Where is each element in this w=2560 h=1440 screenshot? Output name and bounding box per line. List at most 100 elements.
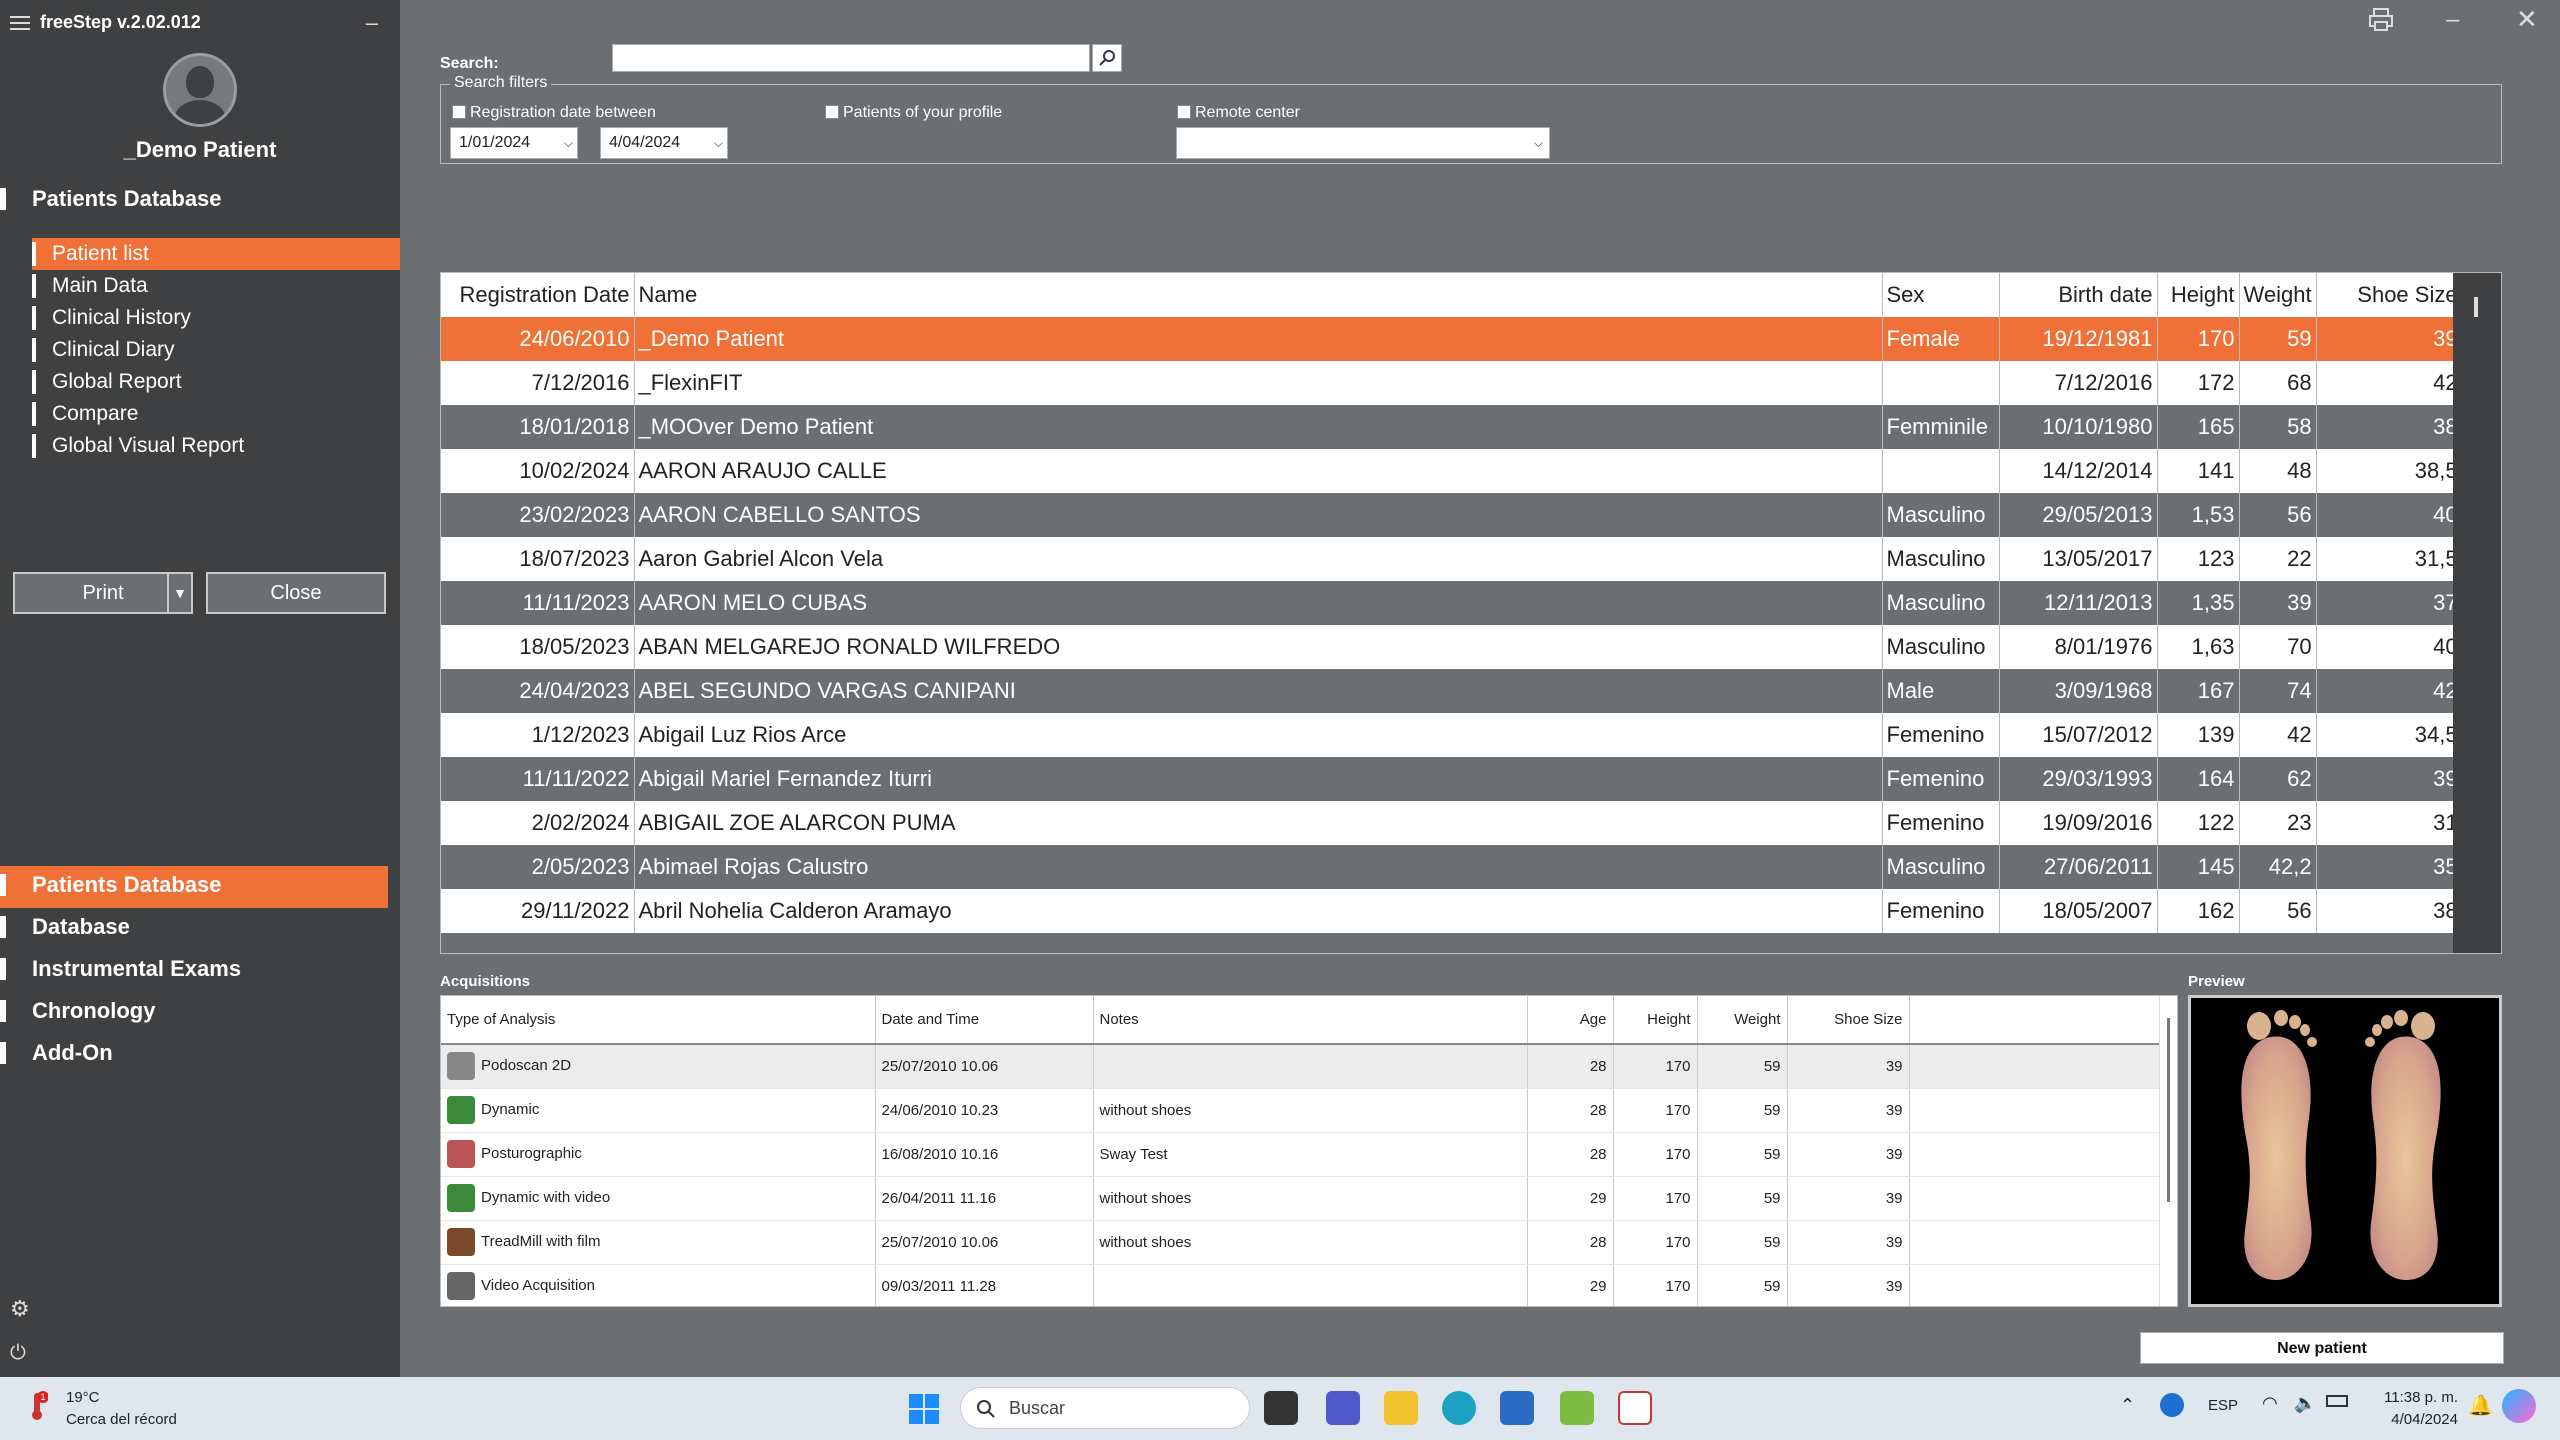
hamburger-menu-icon[interactable] [10, 16, 30, 30]
weather-temp: 19°C [66, 1389, 100, 1406]
date-from-picker[interactable]: 1/01/2024 ⌵ [450, 127, 578, 159]
security-icon[interactable] [2160, 1393, 2184, 1417]
table-cell: 25/07/2010 10.06 [875, 1044, 1094, 1089]
table-row[interactable]: 24/06/2010 _Demo Patient Female 19/12/1981 1… [441, 317, 2463, 361]
scrollbar[interactable] [2159, 996, 2177, 1306]
column-header[interactable]: Height [2157, 273, 2240, 317]
column-header[interactable]: Age [1527, 996, 1614, 1045]
edge-browser-icon[interactable] [1442, 1391, 1476, 1425]
taskbar-search[interactable]: Buscar [960, 1387, 1250, 1429]
remote-center-checkbox[interactable]: Remote center [1177, 104, 1300, 122]
table-row[interactable]: 1/12/2023 Abigail Luz Rios Arce Femenino 15… [441, 713, 2463, 757]
checkbox-box[interactable] [1177, 105, 1191, 119]
sidebar-item-clinical-diary[interactable]: Clinical Diary [32, 334, 400, 366]
analysis-type-label: Video Acquisition [481, 1276, 595, 1294]
table-row[interactable]: Dynamic with video 26/04/2011 11.16 withou… [441, 1176, 2159, 1221]
table-cell: 28 [1527, 1088, 1614, 1133]
windows-start-icon[interactable] [908, 1393, 940, 1425]
sidebar-item-clinical-history[interactable]: Clinical History [32, 302, 400, 334]
print-button[interactable]: Print ▼ [13, 572, 193, 614]
table-cell: 40 [2316, 493, 2463, 537]
column-header[interactable]: Date and Time [875, 996, 1094, 1045]
teams-icon[interactable] [1326, 1391, 1360, 1425]
column-header[interactable]: Height [1613, 996, 1698, 1045]
checkbox-box[interactable] [825, 105, 839, 119]
column-header[interactable]: Birth date [1999, 273, 2158, 317]
table-row[interactable]: Video Acquisition 09/03/2011 11.28 29 170 59… [441, 1264, 2159, 1306]
column-header[interactable]: Weight [2239, 273, 2317, 317]
notes-app-icon[interactable] [1618, 1391, 1652, 1425]
table-row[interactable]: 10/02/2024 AARON ARAUJO CALLE 14/12/2014 14… [441, 449, 2463, 493]
print-dropdown-icon[interactable]: ▼ [167, 574, 191, 612]
column-header[interactable]: Registration Date [441, 273, 635, 317]
column-header[interactable]: Name [634, 273, 1883, 317]
new-patient-button[interactable]: New patient [2140, 1332, 2504, 1364]
search-input[interactable] [612, 44, 1090, 72]
table-row[interactable]: 2/02/2024 ABIGAIL ZOE ALARCON PUMA Femenin… [441, 801, 2463, 845]
printer-icon[interactable] [2368, 8, 2394, 32]
dynamic-icon [447, 1096, 475, 1124]
module-add-on[interactable]: Add-On [0, 1034, 400, 1076]
chevron-up-icon[interactable]: ⌃ [2120, 1395, 2135, 1416]
table-row[interactable]: 11/11/2023 AARON MELO CUBAS Masculino 12/11… [441, 581, 2463, 625]
file-icon[interactable] [1264, 1391, 1298, 1425]
module-instrumental-exams[interactable]: Instrumental Exams [0, 950, 400, 992]
copilot-icon[interactable] [2502, 1389, 2536, 1423]
weather-icon[interactable]: 1 [26, 1391, 48, 1421]
language-indicator[interactable]: ESP [2208, 1397, 2238, 1414]
sidebar-item-global-visual-report[interactable]: Global Visual Report [32, 430, 400, 462]
table-row[interactable]: Podoscan 2D 25/07/2010 10.06 28 170 59 39 [441, 1044, 2159, 1089]
table-row[interactable]: 18/05/2023 ABAN MELGAREJO RONALD WILFREDO… [441, 625, 2463, 669]
module-patients-database[interactable]: Patients Database [0, 866, 388, 908]
close-button[interactable]: Close [206, 572, 386, 614]
table-cell: 139 [2157, 713, 2240, 757]
table-row[interactable]: 18/01/2018 _MOOver Demo Patient Femminile 1… [441, 405, 2463, 449]
table-row[interactable]: 2/05/2023 Abimael Rojas Calustro Masculino… [441, 845, 2463, 889]
scrollbar[interactable] [2453, 273, 2501, 953]
volume-icon[interactable]: 🔈 [2294, 1393, 2316, 1414]
clock-date[interactable]: 4/04/2024 [2374, 1411, 2458, 1428]
search-button[interactable] [1092, 44, 1122, 72]
wifi-icon[interactable]: ◠ [2262, 1393, 2278, 1414]
window-minimize-icon[interactable]: – [2446, 6, 2459, 34]
battery-icon[interactable] [2326, 1395, 2348, 1407]
sidebar-item-patient-list[interactable]: Patient list [32, 238, 400, 270]
sidebar-item-compare[interactable]: Compare [32, 398, 400, 430]
minimize-icon[interactable]: – [366, 10, 378, 36]
column-header[interactable]: Shoe Size [2316, 273, 2463, 317]
freestep-app-icon[interactable] [1560, 1391, 1594, 1425]
checkbox-box[interactable] [452, 105, 466, 119]
column-header[interactable]: Sex [1882, 273, 2000, 317]
scrollbar-thumb[interactable] [2474, 297, 2479, 317]
folder-icon[interactable] [1384, 1391, 1418, 1425]
column-header[interactable]: Weight [1697, 996, 1788, 1045]
power-icon[interactable]: ⏻ [10, 1342, 26, 1365]
table-row[interactable]: 29/11/2022 Abril Nohelia Calderon Aramayo… [441, 889, 2463, 933]
table-row[interactable]: 7/12/2016 _FlexinFIT 7/12/2016 172 68 42 [441, 361, 2463, 405]
bell-icon[interactable]: 🔔 [2468, 1393, 2493, 1418]
table-cell: 10/02/2024 [441, 449, 635, 493]
remote-center-select[interactable]: ⌵ [1176, 127, 1550, 159]
table-row[interactable]: TreadMill with film 25/07/2010 10.06 witho… [441, 1220, 2159, 1265]
table-row[interactable]: 11/11/2022 Abigail Mariel Fernandez Iturr… [441, 757, 2463, 801]
clock-time[interactable]: 11:38 p. m. [2374, 1389, 2458, 1406]
module-chronology[interactable]: Chronology [0, 992, 400, 1034]
gear-icon[interactable]: ⚙ [10, 1298, 32, 1320]
scrollbar-thumb[interactable] [2167, 1018, 2170, 1202]
sidebar-item-main-data[interactable]: Main Data [32, 270, 400, 302]
column-header[interactable]: Notes [1093, 996, 1528, 1045]
table-row[interactable]: Posturographic 16/08/2010 10.16 Sway Test 2… [441, 1132, 2159, 1177]
table-row[interactable]: 18/07/2023 Aaron Gabriel Alcon Vela Mascul… [441, 537, 2463, 581]
profile-patients-checkbox[interactable]: Patients of your profile [825, 104, 1002, 122]
store-icon[interactable] [1500, 1391, 1534, 1425]
date-to-picker[interactable]: 4/04/2024 ⌵ [600, 127, 728, 159]
window-close-icon[interactable]: ✕ [2516, 4, 2538, 35]
sidebar-item-global-report[interactable]: Global Report [32, 366, 400, 398]
column-header[interactable]: Type of Analysis [441, 996, 876, 1045]
column-header[interactable]: Shoe Size [1787, 996, 1910, 1045]
registration-date-checkbox[interactable]: Registration date between [452, 104, 656, 122]
module-database[interactable]: Database [0, 908, 400, 950]
table-row[interactable]: Dynamic 24/06/2010 10.23 without shoes 28 17… [441, 1088, 2159, 1133]
table-row[interactable]: 24/04/2023 ABEL SEGUNDO VARGAS CANIPANI Ma… [441, 669, 2463, 713]
table-row[interactable]: 23/02/2023 AARON CABELLO SANTOS Masculino 2… [441, 493, 2463, 537]
